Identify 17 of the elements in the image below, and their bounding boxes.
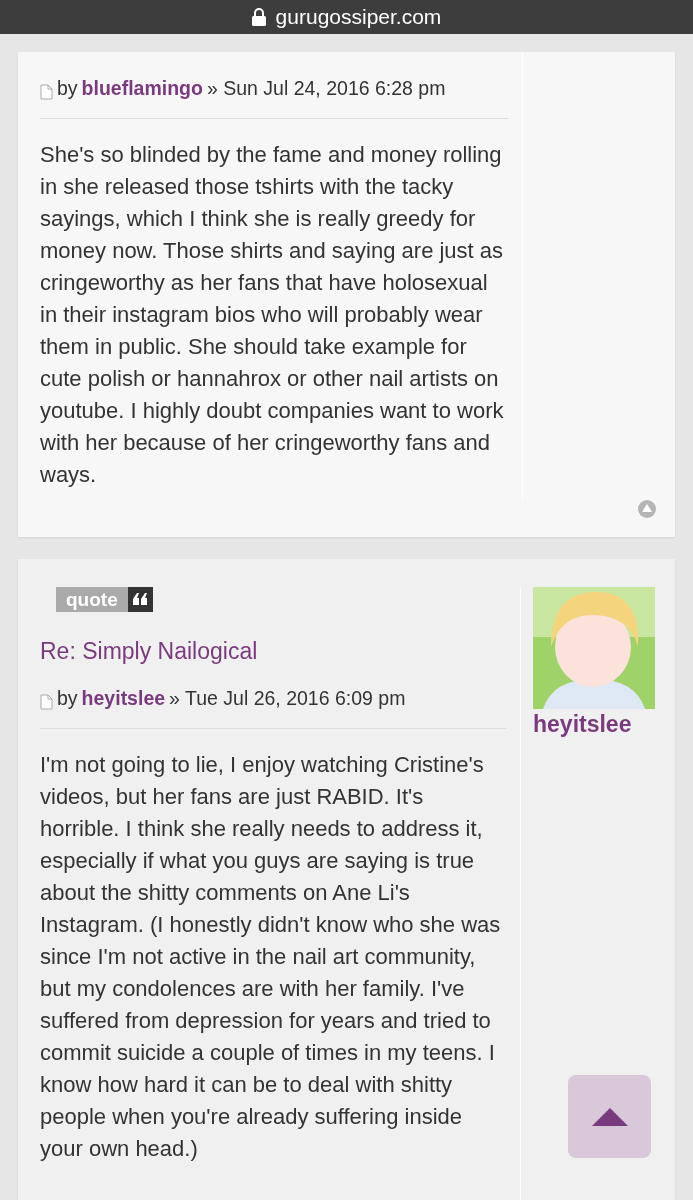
caret-up-icon [591,1107,628,1126]
quote-mark-icon [127,587,153,612]
post-title[interactable]: Re: Simply Nailogical [40,636,506,666]
post-date: » Sun Jul 24, 2016 6:28 pm [206,77,446,100]
lock-icon [251,8,266,26]
author-link[interactable]: blueflamingo [81,77,203,100]
author-link[interactable]: heyitslee [81,687,166,710]
document-icon [40,694,53,710]
document-icon [40,84,53,100]
username-link[interactable]: heyitslee [533,711,655,738]
url-text[interactable]: gurugossiper.com [275,5,442,29]
post-text: She's so blinded by the fame and money rolling in she released those tshirts with the tacky sayings, which I think she is really greedy for money now. Those shirts and saying are just as cringeworthy as her fans that have holosexual in their instagram bios who will probably wear them in public. She should take example for cute polish or hannahrox or other nail artists on youtube. I highly doubt companies want to work with her because of her cringeworthy fans and ways. [40,141,505,489]
back-to-top-button[interactable] [568,1075,651,1158]
post-text: I'm not going to lie, I enjoy watching Cristine's videos, but her fans are just RABID. It's horrible. I think she really needs to address it, especially if what you guys are saying is true about the shitty comments on Ane Li's Instagram. (I honestly didn't know who she was since I'm not active in the nail art community, but my condolences are with her family. I've suffered from depression for years and tried to commit suicide a couple of times in my teens. I know how hard it can be to deal with shitty people when you're already suffering inside your own head.) [40,751,502,1163]
by-label: by [57,687,78,710]
post-date: » Tue Jul 26, 2016 6:09 pm [169,687,406,710]
by-label: by [57,77,78,100]
